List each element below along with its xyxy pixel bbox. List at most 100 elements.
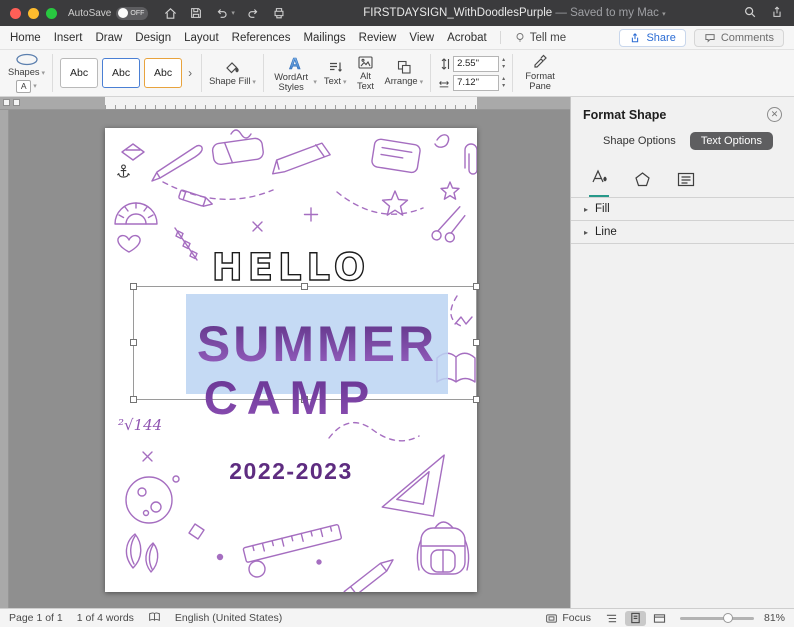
autosave-control[interactable]: AutoSave OFF [68, 7, 148, 20]
zoom-window-button[interactable] [46, 8, 57, 19]
text-outline-icon[interactable] [633, 170, 652, 197]
shapes-group[interactable]: Shapes▾ A▾ [8, 53, 45, 93]
menu-design[interactable]: Design [135, 32, 171, 44]
doodle-star [383, 191, 408, 215]
height-stepper[interactable]: ▴▾ [502, 57, 505, 70]
document-page[interactable]: HELLO SUMMER CAMP 2022-2023 ²√144 [105, 128, 477, 592]
alt-text-button[interactable]: Alt Text [354, 55, 378, 92]
proofing-icon[interactable] [148, 611, 161, 626]
wordart-icon: A [285, 54, 303, 71]
chevron-down-icon: ▾ [252, 79, 256, 86]
zoom-slider[interactable] [680, 617, 754, 620]
shape-styles-gallery: Abc Abc Abc › [60, 58, 194, 88]
shape-style-option-1[interactable]: Abc [60, 58, 98, 88]
share-icon[interactable] [770, 5, 784, 22]
shape-style-option-2[interactable]: Abc [102, 58, 140, 88]
resize-handle[interactable] [301, 283, 308, 290]
format-shape-panel: Format Shape ✕ Shape Options Text Option… [570, 97, 794, 608]
horizontal-ruler[interactable] [0, 97, 570, 110]
divider [263, 54, 264, 92]
tell-me-search[interactable]: Tell me [514, 32, 566, 44]
print-layout-view-button[interactable] [625, 611, 646, 626]
alt-text-label: Alt Text [354, 72, 378, 92]
menu-acrobat[interactable]: Acrobat [447, 32, 487, 44]
shape-height-field[interactable] [453, 56, 499, 72]
word-count[interactable]: 1 of 4 words [77, 612, 134, 624]
menu-bar: Home Insert Draw Design Layout Reference… [0, 26, 794, 50]
home-icon[interactable] [163, 6, 178, 21]
share-button[interactable]: Share [619, 29, 685, 47]
step-down-icon[interactable]: ▾ [502, 83, 505, 89]
autosave-toggle[interactable]: OFF [116, 7, 148, 20]
step-down-icon[interactable]: ▾ [502, 64, 505, 70]
format-pane-button[interactable]: Format Pane [520, 54, 560, 92]
tab-shape-options[interactable]: Shape Options [592, 132, 687, 150]
close-window-button[interactable] [10, 8, 21, 19]
shape-style-option-3[interactable]: Abc [144, 58, 182, 88]
vertical-ruler[interactable] [0, 110, 9, 608]
close-panel-icon[interactable]: ✕ [767, 107, 782, 122]
language-status[interactable]: English (United States) [175, 612, 282, 624]
print-icon[interactable] [272, 6, 286, 20]
text-fill-icon[interactable] [589, 168, 609, 197]
fill-section-label: Fill [595, 203, 610, 215]
fill-section-header[interactable]: ▸ Fill [571, 197, 794, 220]
tab-stop-selector[interactable] [3, 99, 10, 106]
menu-mailings[interactable]: Mailings [303, 32, 345, 44]
menu-view[interactable]: View [409, 32, 434, 44]
redo-button[interactable] [246, 6, 261, 20]
focus-label: Focus [562, 612, 591, 624]
doodle-scissors [426, 206, 471, 247]
divider [52, 54, 53, 92]
line-section-header[interactable]: ▸ Line [571, 220, 794, 244]
tab-stop-selector[interactable] [13, 99, 20, 106]
doodle-paperclip [465, 144, 477, 174]
wordart-styles-button[interactable]: A WordArt Styles▾ [271, 54, 317, 93]
zoom-slider-thumb[interactable] [723, 613, 733, 623]
resize-handle[interactable] [130, 339, 137, 346]
undo-button[interactable]: ▾ [214, 6, 235, 20]
comments-button[interactable]: Comments [694, 29, 784, 47]
svg-text:A: A [289, 56, 301, 71]
anchor-icon [117, 164, 130, 182]
tab-text-options[interactable]: Text Options [690, 132, 773, 150]
shape-width-field[interactable] [453, 75, 499, 91]
focus-button[interactable]: Focus [545, 612, 591, 624]
poster-summer-text[interactable]: SUMMER [197, 315, 437, 373]
menu-draw[interactable]: Draw [95, 32, 122, 44]
triangle-right-icon: ▸ [584, 228, 588, 237]
text-box-gallery-button[interactable]: A▾ [16, 80, 37, 93]
poster-hello-text: HELLO [105, 246, 477, 289]
menu-home[interactable]: Home [10, 32, 41, 44]
search-icon[interactable] [743, 5, 757, 22]
doodle-backpack [417, 522, 468, 574]
step-up-icon[interactable]: ▴ [502, 57, 505, 63]
text-box-layout-icon[interactable] [676, 170, 696, 197]
outline-view-button[interactable] [601, 611, 622, 626]
arrange-button[interactable]: Arrange▾ [385, 59, 424, 87]
save-icon[interactable] [189, 6, 203, 20]
step-up-icon[interactable]: ▴ [502, 76, 505, 82]
menu-insert[interactable]: Insert [54, 32, 83, 44]
shape-fill-button[interactable]: Shape Fill▾ [209, 59, 256, 87]
width-stepper[interactable]: ▴▾ [502, 76, 505, 89]
document-canvas[interactable]: HELLO SUMMER CAMP 2022-2023 ²√144 [0, 97, 570, 608]
doodle-dashed-line [329, 423, 419, 441]
doodle-pencil-case [371, 138, 421, 173]
minimize-window-button[interactable] [28, 8, 39, 19]
menu-layout[interactable]: Layout [184, 32, 219, 44]
page-count[interactable]: Page 1 of 1 [9, 612, 63, 624]
text-direction-button[interactable]: Text▾ [324, 59, 347, 87]
chevron-down-icon[interactable]: ▾ [662, 11, 666, 18]
resize-handle[interactable] [130, 283, 137, 290]
resize-handle[interactable] [473, 283, 480, 290]
menu-review[interactable]: Review [359, 32, 397, 44]
chevron-down-icon[interactable]: ▾ [231, 10, 235, 17]
resize-handle[interactable] [473, 339, 480, 346]
menu-references[interactable]: References [232, 32, 291, 44]
chevron-down-icon: ▾ [33, 83, 37, 90]
zoom-percentage[interactable]: 81% [764, 612, 785, 624]
web-layout-view-button[interactable] [649, 611, 670, 626]
gallery-expand-icon[interactable]: › [186, 66, 194, 80]
chevron-down-icon: ▾ [313, 79, 317, 86]
